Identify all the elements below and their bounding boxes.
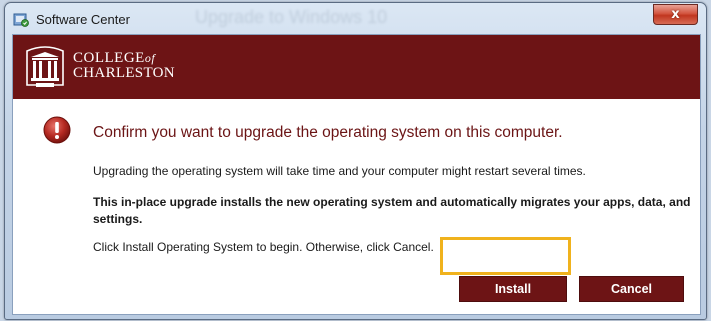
cancel-button[interactable]: Cancel [579, 276, 684, 302]
close-button[interactable]: x [653, 4, 698, 25]
install-highlight-box [440, 237, 571, 275]
close-icon: x [671, 7, 680, 22]
college-banner: COLLEGEof CHARLESTON [13, 35, 700, 99]
software-center-icon [13, 13, 29, 27]
background-window-title: Upgrade to Windows 10 [195, 7, 388, 27]
college-crest-icon [26, 46, 64, 87]
dialog-paragraph-instruction: Click Install Operating System to begin.… [93, 240, 434, 254]
window-title: Software Center [36, 12, 130, 27]
dialog-heading: Confirm you want to upgrade the operatin… [93, 124, 563, 141]
dialog-client-area: COLLEGEof CHARLESTON Confirm you want to… [12, 34, 701, 315]
dialog-paragraph-time: Upgrading the operating system will take… [93, 164, 586, 178]
error-icon [43, 116, 71, 144]
software-center-window: Upgrade to Windows 10 Software Center x [4, 2, 707, 320]
dialog-paragraph-migration: This in-place upgrade installs the new o… [93, 195, 691, 226]
college-logo-text: COLLEGEof CHARLESTON [73, 50, 175, 81]
install-button[interactable]: Install [459, 276, 567, 302]
